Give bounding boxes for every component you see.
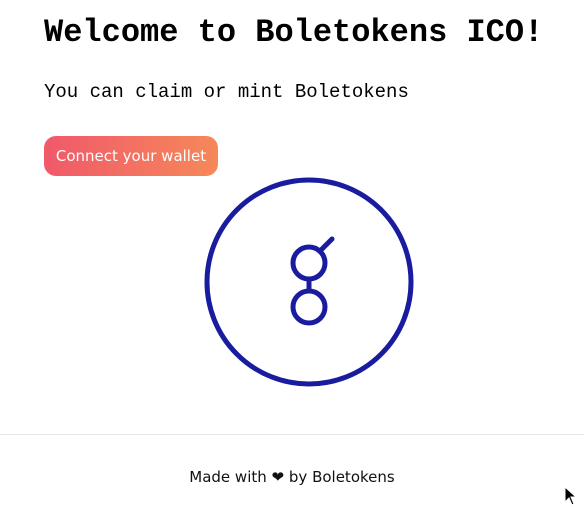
footer-prefix: Made with — [189, 468, 267, 486]
connect-wallet-button[interactable]: Connect your wallet — [44, 136, 218, 176]
logo-lower-loop — [290, 288, 328, 326]
logo-hook — [317, 236, 335, 254]
mouse-cursor-icon — [564, 486, 578, 506]
footer-divider — [0, 434, 584, 435]
page-title: Welcome to Boletokens ICO! — [44, 14, 544, 51]
page-subtitle: You can claim or mint Boletokens — [44, 81, 409, 103]
footer-suffix: by Boletokens — [288, 468, 395, 486]
heart-icon: ❤ — [271, 468, 285, 486]
footer: Made with ❤ by Boletokens — [0, 466, 584, 488]
boletokens-logo-icon — [204, 177, 414, 387]
